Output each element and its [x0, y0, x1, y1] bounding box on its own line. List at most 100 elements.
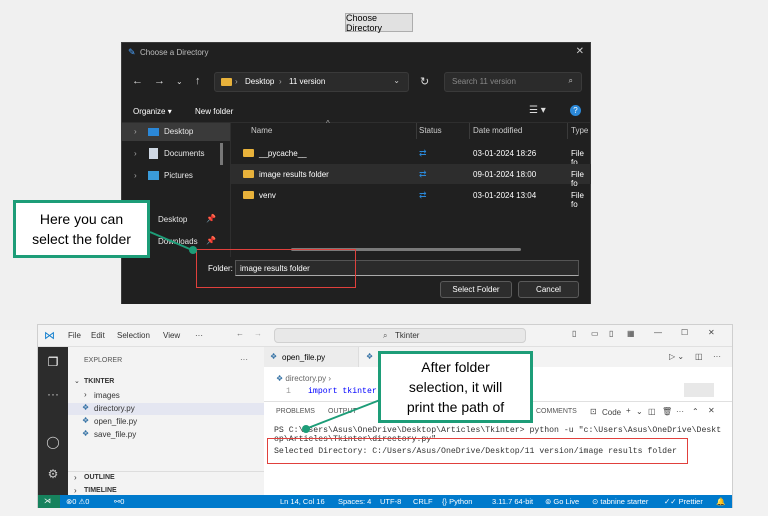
tree-item-images[interactable]: › images: [68, 390, 264, 402]
forward-arrow-icon[interactable]: →: [154, 75, 165, 87]
file-row-selected[interactable]: image results folder ⇄ 09-01-2024 18:00 …: [231, 164, 591, 188]
tree-item-save-file-py[interactable]: ❖ save_file.py: [68, 429, 264, 441]
editor-breadcrumb[interactable]: ❖ directory.py ›: [276, 374, 331, 383]
python-file-icon: ❖: [270, 352, 278, 361]
panel-tab-comments[interactable]: COMMENTS: [536, 408, 577, 415]
close-icon[interactable]: ✕: [708, 328, 715, 337]
code-line[interactable]: import tkinter: [308, 387, 377, 396]
tabnine-indicator[interactable]: ⊙ tabnine starter: [592, 497, 648, 506]
more-icon[interactable]: ···: [45, 387, 61, 403]
chevron-right-icon: ›: [84, 390, 87, 399]
tree-item-label: directory.py: [94, 404, 135, 413]
problems-indicator[interactable]: ⊗0 ⚠0: [66, 497, 89, 506]
column-divider: [469, 123, 470, 139]
column-header-name[interactable]: Name: [251, 126, 272, 135]
gear-icon[interactable]: ⚙: [45, 467, 61, 483]
outline-section[interactable]: › OUTLINE: [68, 471, 264, 483]
column-header-date[interactable]: Date modified: [473, 126, 522, 135]
split-terminal-icon[interactable]: ◫: [648, 407, 656, 416]
sidebar-item-desktop[interactable]: › Desktop: [122, 123, 230, 141]
menu-view[interactable]: View: [163, 331, 180, 340]
organize-label: Organize: [133, 107, 166, 116]
menu-more[interactable]: ···: [195, 331, 203, 340]
chevron-down-icon[interactable]: ⌄: [393, 76, 400, 85]
end-of-line[interactable]: CRLF: [413, 497, 433, 506]
toggle-sidebar-icon[interactable]: ▯: [572, 329, 576, 338]
back-arrow-icon[interactable]: ←: [236, 329, 244, 338]
callout-text: Here you can: [39, 211, 124, 227]
chevron-up-icon[interactable]: ⌃: [692, 407, 699, 416]
folder-root[interactable]: ⌄ TKINTER: [68, 377, 264, 389]
prettier-indicator[interactable]: ✓✓ Prettier: [664, 497, 703, 506]
close-icon[interactable]: ✕: [576, 46, 584, 57]
indentation[interactable]: Spaces: 4: [338, 497, 371, 506]
dialog-footer: Folder: image results folder Select Fold…: [122, 257, 590, 304]
toggle-secondary-sidebar-icon[interactable]: ▯: [609, 329, 613, 338]
up-arrow-icon[interactable]: ↑: [195, 75, 201, 87]
new-folder-button[interactable]: New folder: [195, 107, 233, 116]
help-icon[interactable]: ?: [570, 105, 581, 116]
menu-selection[interactable]: Selection: [117, 331, 150, 340]
minimize-icon[interactable]: —: [654, 328, 662, 337]
python-file-icon: ❖: [366, 352, 374, 361]
organize-button[interactable]: Organize ▾: [133, 107, 172, 116]
column-header-status[interactable]: Status: [419, 126, 442, 135]
menu-edit[interactable]: Edit: [91, 331, 105, 340]
terminal-icon: ⊡: [590, 407, 597, 416]
go-live-button[interactable]: ⊚ Go Live: [545, 497, 579, 506]
chevron-right-icon: ›: [134, 127, 137, 136]
toggle-panel-icon[interactable]: ▭: [591, 329, 599, 338]
explorer-title: EXPLORER: [84, 357, 123, 364]
customize-layout-icon[interactable]: ▦: [627, 329, 635, 338]
language-mode[interactable]: {} Python: [442, 497, 472, 506]
python-interpreter[interactable]: 3.11.7 64-bit: [492, 497, 533, 506]
file-row[interactable]: venv ⇄ 03-01-2024 13:04 File fo: [231, 185, 591, 209]
trash-icon[interactable]: 🗑: [662, 407, 672, 416]
choose-directory-button[interactable]: Choose Directory: [345, 13, 413, 33]
add-terminal-icon[interactable]: +: [626, 406, 631, 415]
file-row[interactable]: __pycache__ ⇄ 03-01-2024 18:26 File fo: [231, 143, 591, 167]
sidebar-item-documents[interactable]: › Documents: [122, 145, 230, 163]
tab-open-file[interactable]: ❖ open_file.py: [264, 347, 359, 367]
back-arrow-icon[interactable]: ←: [132, 75, 143, 87]
chevron-down-icon[interactable]: ⌄: [636, 407, 643, 416]
breadcrumb-desktop[interactable]: Desktop: [245, 77, 274, 86]
cancel-button[interactable]: Cancel: [518, 281, 579, 298]
breadcrumb-current[interactable]: 11 version: [289, 77, 325, 86]
account-icon[interactable]: ◯: [45, 435, 61, 451]
terminal-kind[interactable]: Code: [602, 408, 621, 417]
command-center-search[interactable]: ⌕ Tkinter: [274, 328, 526, 343]
timeline-section[interactable]: › TIMELINE: [68, 485, 264, 495]
chevron-down-icon[interactable]: ⌄: [176, 77, 183, 86]
search-icon: ⌕: [568, 76, 573, 85]
warning-count: 0: [85, 497, 90, 506]
more-actions-icon[interactable]: ···: [676, 407, 684, 416]
ports-indicator[interactable]: ⚯0: [114, 497, 124, 506]
notifications-icon[interactable]: 🔔: [716, 497, 725, 506]
tree-item-directory-py[interactable]: ❖ directory.py: [68, 403, 264, 415]
column-divider: [416, 123, 417, 139]
menu-file[interactable]: File: [68, 331, 81, 340]
search-input[interactable]: Search 11 version ⌕: [444, 72, 582, 92]
run-icon[interactable]: ▷ ⌄: [669, 352, 684, 361]
cursor-position[interactable]: Ln 14, Col 16: [280, 497, 325, 506]
encoding[interactable]: UTF-8: [380, 497, 401, 506]
chevron-right-icon: ›: [134, 171, 137, 180]
address-bar[interactable]: › Desktop › 11 version ⌄: [214, 72, 409, 92]
forward-arrow-icon[interactable]: →: [254, 329, 262, 338]
more-actions-icon[interactable]: ···: [713, 352, 721, 361]
explorer-icon[interactable]: ❐: [45, 355, 61, 371]
tree-item-open-file-py[interactable]: ❖ open_file.py: [68, 416, 264, 428]
close-panel-icon[interactable]: ✕: [708, 406, 715, 415]
column-header-type[interactable]: Type: [571, 126, 588, 135]
sidebar-scrollbar[interactable]: [220, 143, 223, 165]
more-actions-icon[interactable]: ···: [240, 355, 248, 364]
minimap[interactable]: [684, 383, 714, 397]
refresh-icon[interactable]: ↻: [420, 75, 429, 88]
split-editor-icon[interactable]: ◫: [695, 352, 703, 361]
sidebar-item-pictures[interactable]: › Pictures: [122, 167, 230, 185]
highlight-box: [267, 438, 688, 464]
select-folder-button[interactable]: Select Folder: [440, 281, 512, 298]
maximize-icon[interactable]: ☐: [681, 328, 688, 337]
view-options-icon[interactable]: ☰ ▾: [529, 105, 546, 116]
